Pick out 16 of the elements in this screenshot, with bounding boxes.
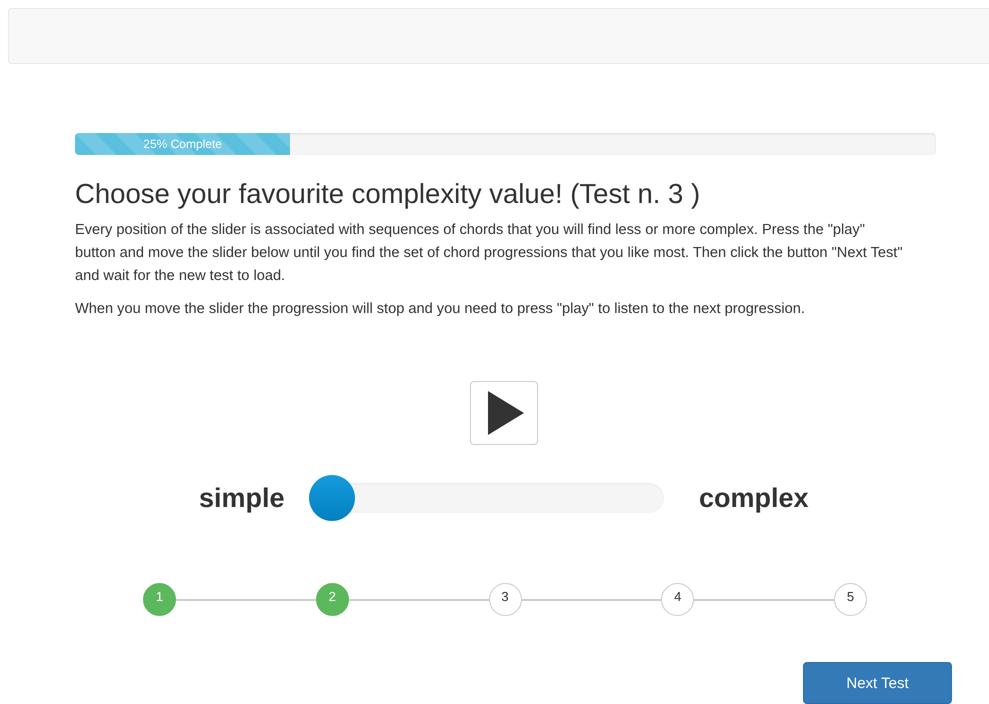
slider-thumb[interactable]	[309, 475, 355, 521]
instructions-text: When you move the slider the progression will stop and you need to press "play" to listen to the next progression.	[75, 300, 806, 319]
play-button[interactable]	[470, 381, 538, 445]
step-circle: 3	[488, 583, 522, 616]
page-title: Choose your favourite complexity value! (Test n. 3 )	[75, 179, 702, 209]
progress-label: 25% Complete	[143, 137, 222, 151]
step-circle: 4	[661, 583, 694, 616]
instructions-text: Every position of the slider is associated with sequences of chords that you will find less or more complex. Press the "play" button and move the slider below until you find the set of chord progressions that you like most. Then click the button "Next Test" and wait for the new test to load.	[75, 221, 904, 286]
slider[interactable]	[309, 475, 664, 521]
next-test-button[interactable]: Next Test	[803, 662, 952, 704]
step-circle: 5	[834, 583, 867, 616]
play-icon	[486, 391, 526, 435]
slider-max-label: complex	[699, 482, 809, 514]
slider-min-label: simple	[199, 482, 286, 514]
step-circle: 1	[143, 583, 176, 616]
step-circle: 2	[316, 583, 349, 616]
